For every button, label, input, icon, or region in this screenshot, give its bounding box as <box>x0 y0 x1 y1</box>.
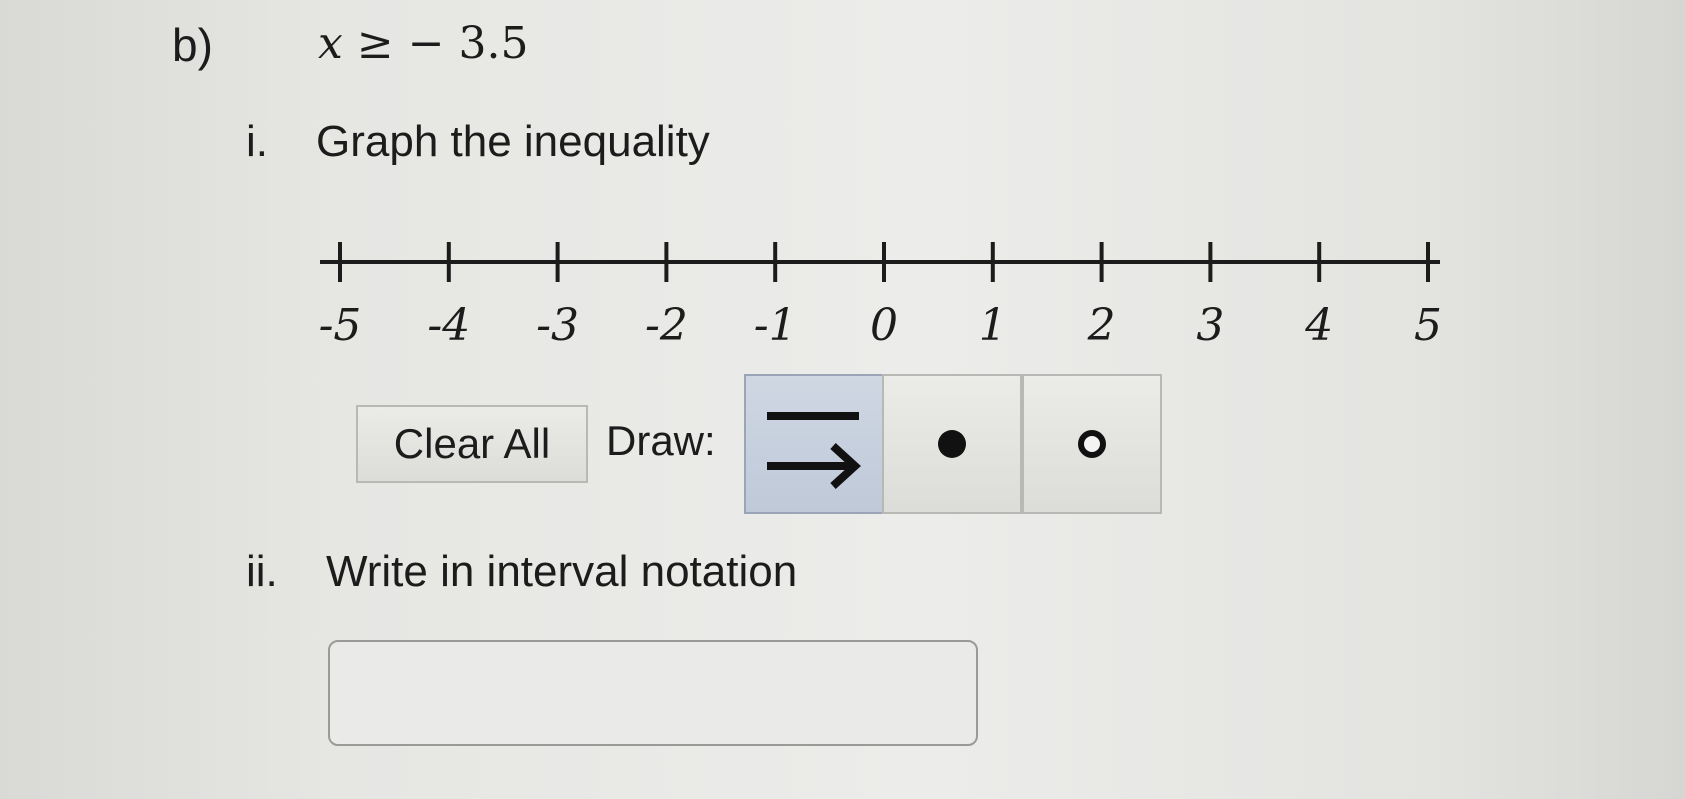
open-point-tool-button[interactable] <box>1022 374 1162 514</box>
step2-number: ii. <box>246 547 278 596</box>
number-line-tick-label: -2 <box>645 300 688 351</box>
inequality-variable: x <box>318 18 343 69</box>
closed-point-tool-button[interactable] <box>882 374 1022 514</box>
filled-dot-icon <box>938 430 966 458</box>
open-circle-icon <box>1078 430 1106 458</box>
part-label: b) <box>172 19 213 71</box>
number-line-tick-label: -1 <box>754 300 797 351</box>
line-and-right-arrow-icon <box>767 412 861 489</box>
inequality-expression: x ≥ − 3.5 <box>318 22 529 66</box>
interval-notation-input[interactable] <box>328 640 978 746</box>
clear-all-button[interactable]: Clear All <box>356 405 588 483</box>
ray-tool-button[interactable] <box>744 374 884 514</box>
number-line-tick-label: 2 <box>1087 300 1116 351</box>
number-line-tick-label: -4 <box>427 300 470 351</box>
number-line-tick-label: -3 <box>536 300 579 351</box>
number-line-tick-label: 1 <box>979 300 1007 351</box>
inequality-value: − 3.5 <box>407 18 529 69</box>
draw-label: Draw: <box>606 417 716 464</box>
number-line-tick-label: 3 <box>1196 300 1224 351</box>
inequality-operator: ≥ <box>356 18 394 69</box>
step2-instruction: Write in interval notation <box>326 547 798 596</box>
step1-number: i. <box>246 117 268 166</box>
number-line-tick-label: 5 <box>1414 300 1442 351</box>
number-line-tick-label: 0 <box>870 300 898 351</box>
step1-instruction: Graph the inequality <box>316 117 710 166</box>
number-line[interactable]: -5 -4 -3 -2 -1 0 1 2 3 4 5 <box>300 240 1480 360</box>
number-line-tick-label: -5 <box>319 300 362 351</box>
number-line-tick-label: 4 <box>1304 300 1333 351</box>
